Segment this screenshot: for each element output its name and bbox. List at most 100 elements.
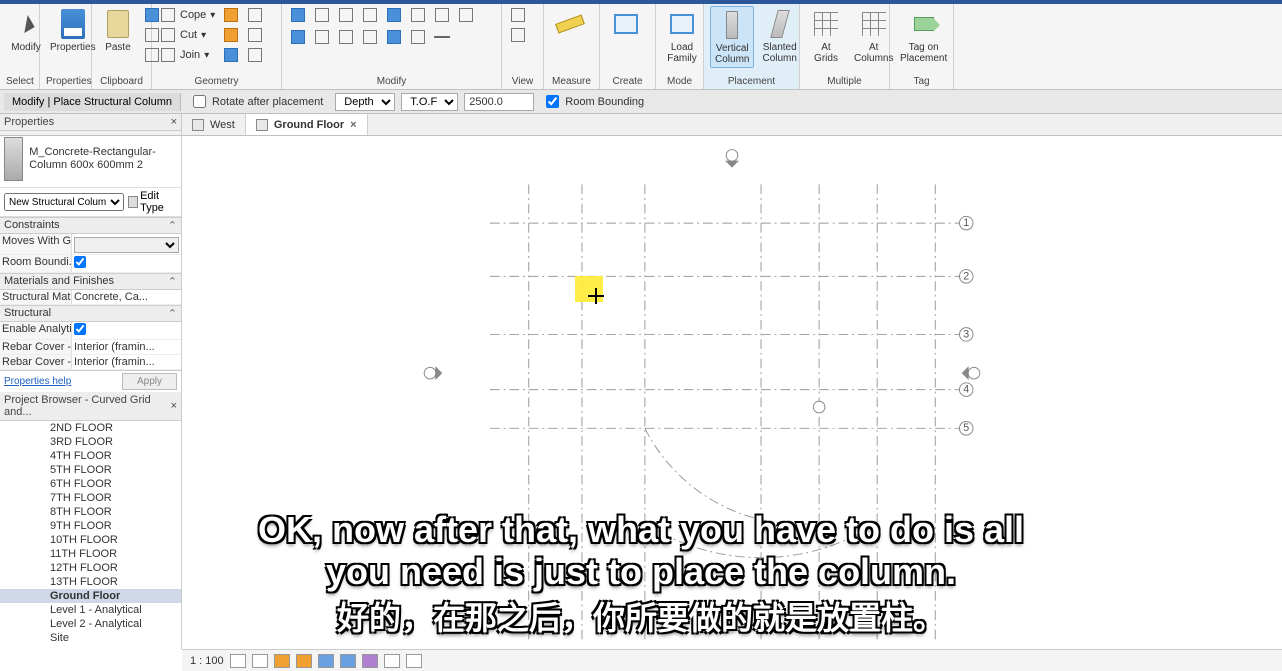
properties-help-link[interactable]: Properties help bbox=[4, 376, 71, 387]
prop-structural-material[interactable]: Structural Mat...Concrete, Ca... bbox=[0, 290, 181, 305]
project-browser[interactable]: 2ND FLOOR3RD FLOOR4TH FLOOR5TH FLOOR6TH … bbox=[0, 421, 181, 650]
mod-icon[interactable] bbox=[288, 6, 308, 24]
browser-item[interactable]: 4TH FLOOR bbox=[0, 449, 181, 463]
cope-button[interactable]: Cope ▾ bbox=[158, 6, 217, 24]
crop-region-icon[interactable] bbox=[340, 654, 356, 668]
mod-icon[interactable] bbox=[360, 28, 380, 46]
browser-item[interactable]: 2ND FLOOR bbox=[0, 421, 181, 435]
worksharing-icon[interactable] bbox=[406, 654, 422, 668]
placement-highlight bbox=[575, 276, 603, 302]
apply-button[interactable]: Apply bbox=[122, 373, 177, 390]
room-bounding-checkbox[interactable]: Room Bounding bbox=[546, 95, 644, 108]
browser-item[interactable]: Level 1 - Analytical bbox=[0, 603, 181, 617]
type-selector[interactable]: M_Concrete-Rectangular-Column 600x 600mm… bbox=[0, 131, 181, 187]
mod-icon[interactable] bbox=[408, 28, 428, 46]
browser-item[interactable]: Ground Floor bbox=[0, 589, 181, 603]
rotate-after-placement-checkbox[interactable]: Rotate after placement bbox=[193, 95, 323, 108]
hide-isolate-icon[interactable] bbox=[362, 654, 378, 668]
mod-icon[interactable] bbox=[336, 6, 356, 24]
category-select[interactable]: New Structural Colum bbox=[4, 193, 124, 211]
crop-icon[interactable] bbox=[318, 654, 334, 668]
cat-materials[interactable]: Materials and Finishes⌃ bbox=[0, 273, 181, 290]
properties-header: Properties× bbox=[0, 114, 181, 131]
browser-item[interactable]: 11TH FLOOR bbox=[0, 547, 181, 561]
mod-icon[interactable] bbox=[432, 28, 452, 46]
geo-icon1[interactable] bbox=[221, 6, 241, 24]
geo-icon3[interactable] bbox=[221, 46, 241, 64]
prop-enable-analytical[interactable]: Enable Analyti... bbox=[0, 322, 181, 340]
paste-button[interactable]: Paste bbox=[98, 6, 138, 55]
slanted-column-button[interactable]: Slanted Column bbox=[758, 6, 800, 66]
tab-west[interactable]: West bbox=[182, 114, 246, 135]
visual-style-icon[interactable] bbox=[252, 654, 268, 668]
plan-icon bbox=[256, 119, 268, 131]
scale-label[interactable]: 1 : 100 bbox=[190, 655, 224, 667]
geo-icon6[interactable] bbox=[245, 46, 265, 64]
svg-text:2: 2 bbox=[963, 270, 969, 282]
mod-icon[interactable] bbox=[312, 6, 332, 24]
geo-icon5[interactable] bbox=[245, 26, 265, 44]
sun-path-icon[interactable] bbox=[274, 654, 290, 668]
reveal-hidden-icon[interactable] bbox=[384, 654, 400, 668]
depth-ref-select[interactable]: T.O.F bbox=[401, 93, 458, 111]
vertical-column-button[interactable]: Vertical Column bbox=[710, 6, 754, 68]
create-button[interactable] bbox=[606, 6, 646, 55]
view-icon[interactable] bbox=[508, 26, 528, 44]
browser-item[interactable]: 7TH FLOOR bbox=[0, 491, 181, 505]
browser-item[interactable]: 6TH FLOOR bbox=[0, 477, 181, 491]
group-properties: Properties bbox=[46, 74, 85, 89]
mod-icon[interactable] bbox=[384, 28, 404, 46]
browser-item[interactable]: 9TH FLOOR bbox=[0, 519, 181, 533]
measure-button[interactable] bbox=[550, 6, 590, 55]
detail-level-icon[interactable] bbox=[230, 654, 246, 668]
mod-icon[interactable] bbox=[456, 6, 476, 24]
browser-item[interactable]: Site bbox=[0, 631, 181, 645]
browser-item[interactable]: 5TH FLOOR bbox=[0, 463, 181, 477]
subtitle-en-line2: you need is just to place the column. bbox=[326, 551, 956, 593]
svg-text:4: 4 bbox=[963, 384, 969, 396]
group-placement: Placement bbox=[710, 74, 793, 89]
browser-item[interactable]: Level 2 - Analytical bbox=[0, 617, 181, 631]
depth-value-input[interactable]: 2500.0 bbox=[464, 93, 534, 111]
properties-footer: Properties help Apply bbox=[0, 370, 181, 392]
browser-item[interactable]: 3RD FLOOR bbox=[0, 435, 181, 449]
close-icon[interactable]: × bbox=[350, 119, 356, 131]
mod-icon[interactable] bbox=[360, 6, 380, 24]
shadows-icon[interactable] bbox=[296, 654, 312, 668]
edit-type-icon bbox=[128, 196, 138, 208]
tab-ground-floor[interactable]: Ground Floor× bbox=[246, 114, 368, 135]
browser-item[interactable]: 10TH FLOOR bbox=[0, 533, 181, 547]
tag-on-placement-button[interactable]: Tag on Placement bbox=[896, 6, 951, 66]
browser-item[interactable]: 13TH FLOOR bbox=[0, 575, 181, 589]
prop-moves-with-grids[interactable]: Moves With G... bbox=[0, 234, 181, 255]
prop-rebar-cover-1[interactable]: Rebar Cover - ...Interior (framin... bbox=[0, 340, 181, 355]
cat-constraints[interactable]: Constraints⌃ bbox=[0, 217, 181, 234]
depth-mode-select[interactable]: Depth bbox=[335, 93, 395, 111]
join-button[interactable]: Join ▾ bbox=[158, 46, 217, 64]
mod-icon[interactable] bbox=[408, 6, 428, 24]
browser-item[interactable]: 12TH FLOOR bbox=[0, 561, 181, 575]
prop-rebar-cover-2[interactable]: Rebar Cover - ...Interior (framin... bbox=[0, 355, 181, 370]
prop-room-bounding[interactable]: Room Boundi... bbox=[0, 255, 181, 273]
context-label: Modify | Place Structural Column bbox=[4, 93, 181, 111]
browser-item[interactable]: 8TH FLOOR bbox=[0, 505, 181, 519]
group-view: View bbox=[508, 74, 537, 89]
close-icon[interactable]: × bbox=[171, 116, 177, 128]
edit-type-button[interactable]: Edit Type bbox=[128, 190, 177, 214]
mod-icon[interactable] bbox=[384, 6, 404, 24]
mod-icon[interactable] bbox=[288, 28, 308, 46]
cut-button[interactable]: Cut ▾ bbox=[158, 26, 217, 44]
at-grids-button[interactable]: At Grids bbox=[806, 6, 846, 66]
load-family-button[interactable]: Load Family bbox=[662, 6, 702, 66]
geo-icon4[interactable] bbox=[245, 6, 265, 24]
geo-icon2[interactable] bbox=[221, 26, 241, 44]
mod-icon[interactable] bbox=[312, 28, 332, 46]
mod-icon[interactable] bbox=[336, 28, 356, 46]
type-thumbnail bbox=[4, 137, 23, 181]
view-icon[interactable] bbox=[508, 6, 528, 24]
close-icon[interactable]: × bbox=[171, 400, 177, 412]
group-modify: Modify bbox=[288, 74, 495, 89]
cat-structural[interactable]: Structural⌃ bbox=[0, 305, 181, 322]
mod-icon[interactable] bbox=[432, 6, 452, 24]
group-tag: Tag bbox=[896, 74, 947, 89]
